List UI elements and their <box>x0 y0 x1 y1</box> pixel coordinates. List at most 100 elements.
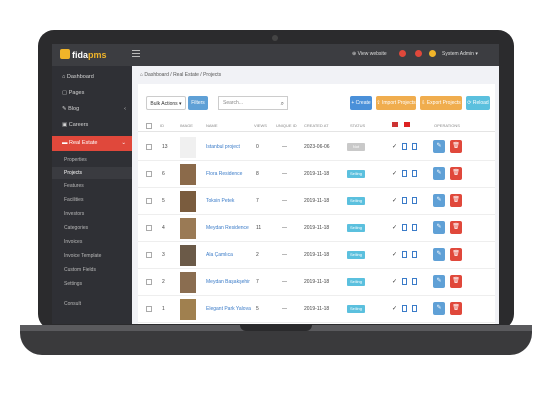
sidebar-sub-invoice-template[interactable]: Invoice Template <box>52 250 132 262</box>
project-name-link[interactable]: Flora Residence <box>206 171 242 177</box>
row-unique-id: — <box>282 279 287 285</box>
row-checkbox[interactable] <box>146 144 152 150</box>
row-created-at: 2019-11-18 <box>304 306 330 312</box>
sidebar-sub-invoices[interactable]: Invoices <box>52 236 132 248</box>
sidebar-item-blog[interactable]: ✎ Blog ‹ <box>52 102 132 117</box>
edit-translation-icon[interactable] <box>412 143 417 150</box>
col-name[interactable]: NAME <box>206 123 218 128</box>
project-name-link[interactable]: Meydan Başakşehir <box>206 279 250 285</box>
create-button[interactable]: + Create <box>350 96 372 110</box>
reload-button[interactable]: ⟳ Reload <box>466 96 490 110</box>
delete-button[interactable]: 🗑 <box>450 275 462 288</box>
col-id[interactable]: ID <box>160 123 164 128</box>
row-created-at: 2019-11-18 <box>304 279 330 285</box>
export-button[interactable]: ⇩ Export Projects <box>420 96 462 110</box>
edit-button[interactable]: ✎ <box>433 167 445 180</box>
row-checkbox[interactable] <box>146 225 152 231</box>
edit-translation-icon[interactable] <box>412 224 417 231</box>
sidebar-item-pages[interactable]: ▢ Pages <box>52 86 132 101</box>
sidebar-sub-projects[interactable]: Projects <box>52 167 132 179</box>
edit-translation-icon[interactable] <box>412 305 417 312</box>
edit-translation-icon[interactable] <box>402 305 407 312</box>
sidebar-sub-investors[interactable]: Investors <box>52 208 132 220</box>
table-row: 1 Elegant Park Yalova 5 — 2019-11-18 Selling ✓… <box>138 296 495 323</box>
sidebar-sub-consult[interactable]: Consult <box>52 298 132 310</box>
breadcrumb-home[interactable]: Dashboard <box>144 72 168 78</box>
row-views: 7 <box>256 198 259 204</box>
edit-translation-icon[interactable] <box>412 170 417 177</box>
edit-translation-icon[interactable] <box>402 224 407 231</box>
table-row: 2 Meydan Başakşehir 7 — 2019-11-18 Selling ✓ ✎ 🗑 <box>138 269 495 296</box>
view-website-link[interactable]: ⊕ View website <box>352 51 387 57</box>
filters-button[interactable]: Filters <box>188 96 208 110</box>
edit-button[interactable]: ✎ <box>433 275 445 288</box>
search-input[interactable]: Search... ⌕ <box>218 96 288 110</box>
sidebar-sub-custom-fields[interactable]: Custom Fields <box>52 264 132 276</box>
edit-translation-icon[interactable] <box>402 251 407 258</box>
edit-translation-icon[interactable] <box>412 197 417 204</box>
import-button[interactable]: ⇪ Import Projects <box>376 96 416 110</box>
project-name-link[interactable]: Meydan Residence <box>206 225 249 231</box>
sidebar-sub-settings[interactable]: Settings <box>52 278 132 290</box>
delete-button[interactable]: 🗑 <box>450 302 462 315</box>
sidebar: ⌂ Dashboard ▢ Pages ✎ Blog ‹ ▣ Careers ▬… <box>52 66 132 324</box>
check-icon: ✓ <box>392 144 398 150</box>
sidebar-sub-categories[interactable]: Categories <box>52 222 132 234</box>
status-badge: Selling <box>347 224 365 232</box>
edit-translation-icon[interactable] <box>412 278 417 285</box>
sidebar-item-real-estate[interactable]: ▬ Real Estate ⌄ <box>52 136 132 151</box>
sidebar-sub-features[interactable]: Features <box>52 180 132 192</box>
edit-button[interactable]: ✎ <box>433 248 445 261</box>
app-logo[interactable]: fidapms <box>60 49 107 60</box>
row-checkbox[interactable] <box>146 198 152 204</box>
edit-button[interactable]: ✎ <box>433 221 445 234</box>
avatar[interactable] <box>429 50 436 57</box>
project-name-link[interactable]: Istanbul project <box>206 144 240 150</box>
row-unique-id: — <box>282 225 287 231</box>
reload-label: Reload <box>472 100 489 106</box>
project-name-link[interactable]: Ala Çamlıca <box>206 252 233 258</box>
col-unique-id[interactable]: UNIQUE ID <box>276 123 297 128</box>
row-id: 5 <box>162 198 165 204</box>
project-name-link[interactable]: Toksin Petek <box>206 198 234 204</box>
sidebar-sub-properties[interactable]: Properties <box>52 154 132 166</box>
delete-button[interactable]: 🗑 <box>450 194 462 207</box>
edit-translation-icon[interactable] <box>402 278 407 285</box>
edit-button[interactable]: ✎ <box>433 302 445 315</box>
col-created-at[interactable]: CREATED AT <box>304 123 329 128</box>
camera <box>272 35 278 41</box>
logo-text: fida <box>72 50 89 60</box>
edit-button[interactable]: ✎ <box>433 194 445 207</box>
sidebar-sub-facilities[interactable]: Facilities <box>52 194 132 206</box>
row-unique-id: — <box>282 144 287 150</box>
admin-menu[interactable]: System Admin ▾ <box>442 51 478 57</box>
project-thumbnail <box>180 164 196 185</box>
delete-button[interactable]: 🗑 <box>450 140 462 153</box>
sidebar-item-dashboard[interactable]: ⌂ Dashboard <box>52 70 132 85</box>
delete-button[interactable]: 🗑 <box>450 167 462 180</box>
edit-translation-icon[interactable] <box>402 170 407 177</box>
table-row: 5 Toksin Petek 7 — 2019-11-18 Selling ✓ ✎ 🗑 <box>138 188 495 215</box>
row-checkbox[interactable] <box>146 306 152 312</box>
project-name-link[interactable]: Elegant Park Yalova <box>206 306 251 312</box>
edit-button[interactable]: ✎ <box>433 140 445 153</box>
delete-button[interactable]: 🗑 <box>450 221 462 234</box>
edit-translation-icon[interactable] <box>402 197 407 204</box>
delete-button[interactable]: 🗑 <box>450 248 462 261</box>
select-all-checkbox[interactable] <box>146 123 152 129</box>
breadcrumb-section[interactable]: Real Estate <box>173 72 199 78</box>
menu-toggle-icon[interactable] <box>132 50 140 57</box>
status-badge: Selling <box>347 278 365 286</box>
edit-translation-icon[interactable] <box>402 143 407 150</box>
row-id: 3 <box>162 252 165 258</box>
row-checkbox[interactable] <box>146 279 152 285</box>
col-status[interactable]: STATUS <box>350 123 365 128</box>
row-checkbox[interactable] <box>146 171 152 177</box>
bulk-actions-dropdown[interactable]: Bulk Actions ▾ <box>146 96 186 110</box>
col-views[interactable]: VIEWS <box>254 123 267 128</box>
notification-icon[interactable] <box>399 50 406 57</box>
row-checkbox[interactable] <box>146 252 152 258</box>
edit-translation-icon[interactable] <box>412 251 417 258</box>
message-icon[interactable] <box>415 50 422 57</box>
sidebar-item-careers[interactable]: ▣ Careers <box>52 118 132 133</box>
